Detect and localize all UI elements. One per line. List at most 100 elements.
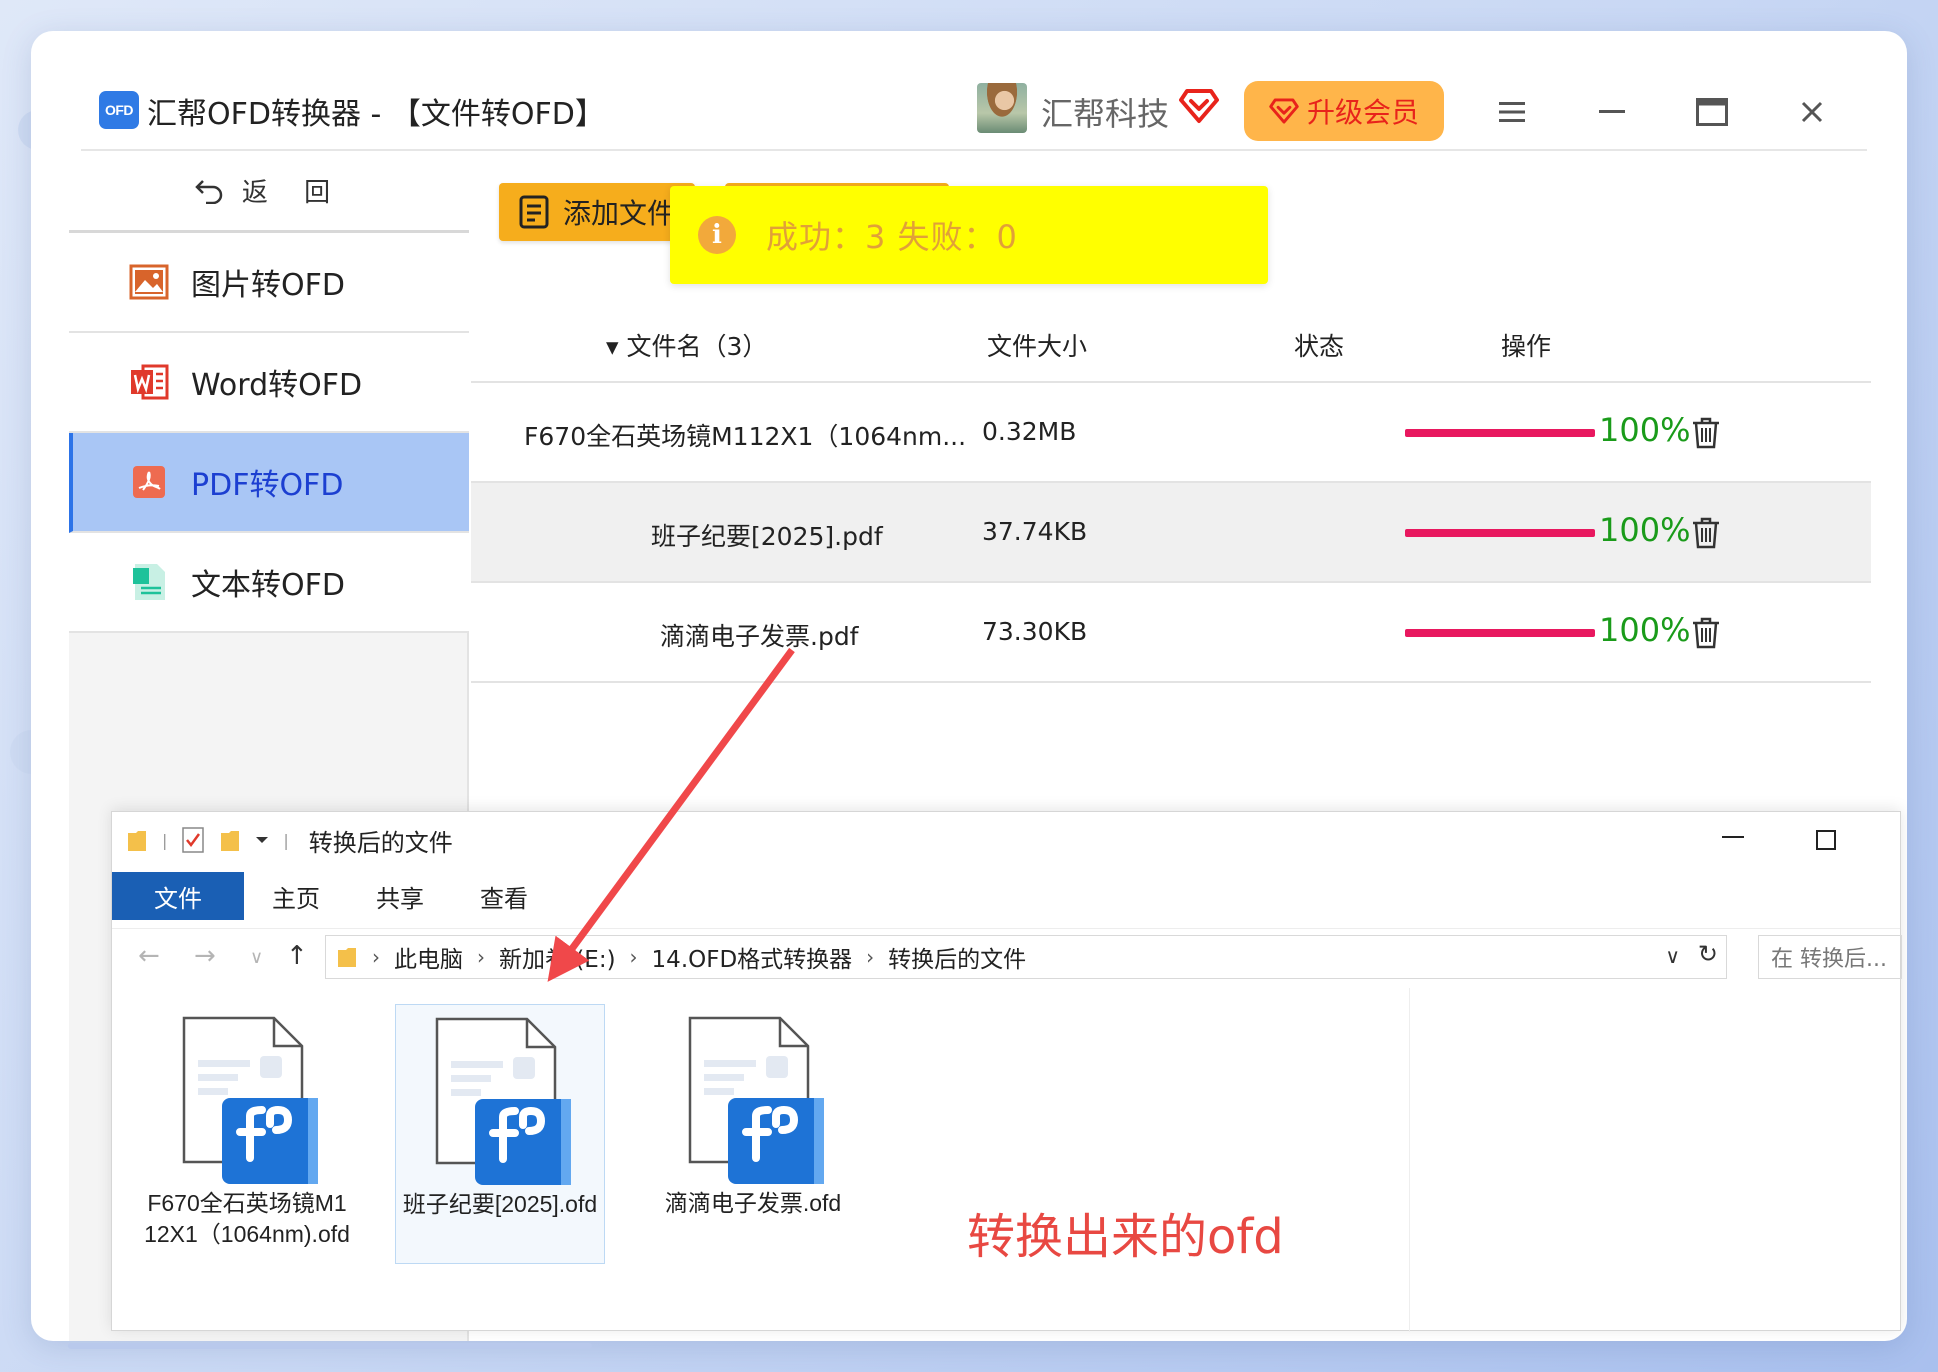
minimize-button[interactable] xyxy=(1589,89,1635,135)
back-button[interactable]: 返 回 xyxy=(69,151,469,233)
search-input[interactable]: 在 转换后... xyxy=(1758,935,1902,979)
menu-button[interactable] xyxy=(1489,89,1535,135)
quick-access-toolbar: | | 转换后的文件 xyxy=(112,812,1900,868)
text-doc-icon xyxy=(133,564,165,600)
sidebar-item-text-to-ofd[interactable]: 文本转OFD xyxy=(69,533,469,633)
breadcrumb-item[interactable]: 14.OFD格式转换器 xyxy=(652,940,853,974)
sidebar-item-label: 图片转OFD xyxy=(191,268,345,303)
explorer-maximize-button[interactable] xyxy=(1816,830,1836,850)
table-row[interactable]: 滴滴电子发票.pdf 73.30KB 100% xyxy=(471,583,1871,683)
breadcrumb-separator: › xyxy=(629,945,638,969)
new-folder-icon[interactable] xyxy=(219,827,241,853)
file-explorer-window: | | 转换后的文件 文件 主页 共享 查看 ← → ∨ ↑ › 此电脑 › 新… xyxy=(111,811,1902,1332)
app-logo: OFD xyxy=(99,91,139,129)
tab-file[interactable]: 文件 xyxy=(112,872,244,920)
breadcrumb-item[interactable]: 转换后的文件 xyxy=(888,940,1026,974)
maximize-button[interactable] xyxy=(1689,89,1735,135)
tab-home[interactable]: 主页 xyxy=(244,872,348,920)
file-size-cell: 73.30KB xyxy=(982,617,1088,646)
pane-divider xyxy=(1409,988,1410,1332)
back-arrow-icon[interactable]: ← xyxy=(138,941,160,971)
vip-diamond-icon xyxy=(1269,98,1299,124)
ofd-file-icon xyxy=(435,1017,571,1185)
explorer-minimize-button[interactable] xyxy=(1722,836,1744,838)
sidebar-item-label: PDF转OFD xyxy=(191,468,344,503)
close-button[interactable] xyxy=(1789,89,1835,135)
sidebar-item-word-to-ofd[interactable]: Word转OFD xyxy=(69,333,469,433)
trash-icon[interactable] xyxy=(1691,417,1721,449)
up-arrow-icon[interactable]: ↑ xyxy=(286,941,308,971)
file-name-label: 滴滴电子发票.ofd xyxy=(664,1190,842,1216)
result-toast: i 成功：3 失败：0 xyxy=(670,186,1268,284)
add-file-label: 添加文件 xyxy=(563,197,676,230)
folder-icon xyxy=(338,948,356,967)
file-name-cell: 班子纪要[2025].pdf xyxy=(651,522,883,551)
properties-icon[interactable] xyxy=(181,826,205,854)
ribbon-tabs: 文件 主页 共享 查看 xyxy=(112,872,1900,920)
table-row[interactable]: F670全石英场镜M112X1（1064nm... 0.32MB 100% xyxy=(471,383,1871,483)
address-dropdown-icon[interactable]: ∨ xyxy=(1665,944,1680,968)
breadcrumb-item[interactable]: 新加卷 (E:) xyxy=(499,940,616,974)
tab-share[interactable]: 共享 xyxy=(348,872,452,920)
company-name: 汇帮科技 xyxy=(1041,95,1170,133)
column-header-size: 文件大小 xyxy=(987,332,1088,361)
forward-arrow-icon[interactable]: → xyxy=(194,941,216,971)
maximize-icon xyxy=(1696,98,1728,126)
recent-chevron-icon[interactable]: ∨ xyxy=(250,947,263,968)
upgrade-label: 升级会员 xyxy=(1306,96,1419,129)
breadcrumb-item[interactable]: 此电脑 xyxy=(394,940,463,974)
taskbar-strip xyxy=(68,1343,592,1349)
app-title: 汇帮OFD转换器 - 【文件转OFD】 xyxy=(147,97,605,132)
file-size-cell: 0.32MB xyxy=(982,417,1077,446)
ofd-file-icon xyxy=(688,1016,824,1184)
progress-percent: 100% xyxy=(1599,411,1691,449)
file-name-label: F670全石英场镜M112X1（1064nm).ofd xyxy=(144,1190,350,1247)
app-window: OFD 汇帮OFD转换器 - 【文件转OFD】 汇帮科技 升级会员 返 回 图片… xyxy=(31,31,1907,1341)
column-header-name[interactable]: ▾ 文件名（3） xyxy=(606,327,767,363)
toast-message: 成功：3 失败：0 xyxy=(766,218,1018,256)
table-row[interactable]: 班子纪要[2025].pdf 37.74KB 100% xyxy=(471,483,1871,583)
file-item[interactable]: 滴滴电子发票.ofd xyxy=(648,1004,858,1264)
column-header-action: 操作 xyxy=(1501,332,1552,361)
hamburger-icon xyxy=(1499,102,1525,122)
file-size-cell: 37.74KB xyxy=(982,517,1088,546)
chevron-down-icon[interactable] xyxy=(255,835,269,845)
annotation-text: 转换出来的ofd xyxy=(967,1209,1284,1265)
file-name-cell: F670全石英场镜M112X1（1064nm... xyxy=(524,422,967,451)
close-icon xyxy=(1801,101,1823,123)
progress-percent: 100% xyxy=(1599,611,1691,649)
sidebar-item-pdf-to-ofd[interactable]: PDF转OFD xyxy=(69,433,469,533)
add-file-icon xyxy=(519,195,549,229)
breadcrumb-separator: › xyxy=(372,945,380,969)
minimize-icon xyxy=(1599,110,1625,113)
back-arrow-icon xyxy=(195,179,223,204)
file-item[interactable]: F670全石英场镜M112X1（1064nm).ofd xyxy=(142,1004,352,1264)
progress-bar xyxy=(1405,529,1595,537)
progress-bar xyxy=(1405,429,1595,437)
title-bar: OFD 汇帮OFD转换器 - 【文件转OFD】 汇帮科技 升级会员 xyxy=(31,31,1907,149)
avatar[interactable] xyxy=(977,83,1027,133)
file-name-cell: 滴滴电子发票.pdf xyxy=(660,622,859,651)
refresh-icon[interactable]: ↻ xyxy=(1698,940,1718,968)
progress-bar xyxy=(1405,629,1595,637)
progress-percent: 100% xyxy=(1599,511,1691,549)
file-item[interactable]: 班子纪要[2025].ofd xyxy=(395,1004,605,1264)
trash-icon[interactable] xyxy=(1691,517,1721,549)
address-bar[interactable]: › 此电脑 › 新加卷 (E:) › 14.OFD格式转换器 › 转换后的文件 … xyxy=(325,935,1727,979)
pdf-icon xyxy=(133,466,165,498)
tab-view[interactable]: 查看 xyxy=(452,872,556,920)
column-header-status: 状态 xyxy=(1294,332,1345,361)
sidebar-item-image-to-ofd[interactable]: 图片转OFD xyxy=(69,233,469,333)
folder-icon[interactable] xyxy=(126,827,148,853)
trash-icon[interactable] xyxy=(1691,617,1721,649)
back-label: 返 回 xyxy=(241,178,345,208)
vip-diamond-icon xyxy=(1179,89,1219,123)
word-icon xyxy=(131,364,169,400)
explorer-title: 转换后的文件 xyxy=(308,828,453,857)
sidebar-item-label: Word转OFD xyxy=(191,368,363,403)
info-icon: i xyxy=(698,216,736,254)
ofd-file-icon xyxy=(182,1016,318,1184)
sidebar-item-label: 文本转OFD xyxy=(191,568,345,603)
upgrade-vip-button[interactable]: 升级会员 xyxy=(1244,81,1444,141)
add-file-button[interactable]: 添加文件 xyxy=(499,183,695,241)
